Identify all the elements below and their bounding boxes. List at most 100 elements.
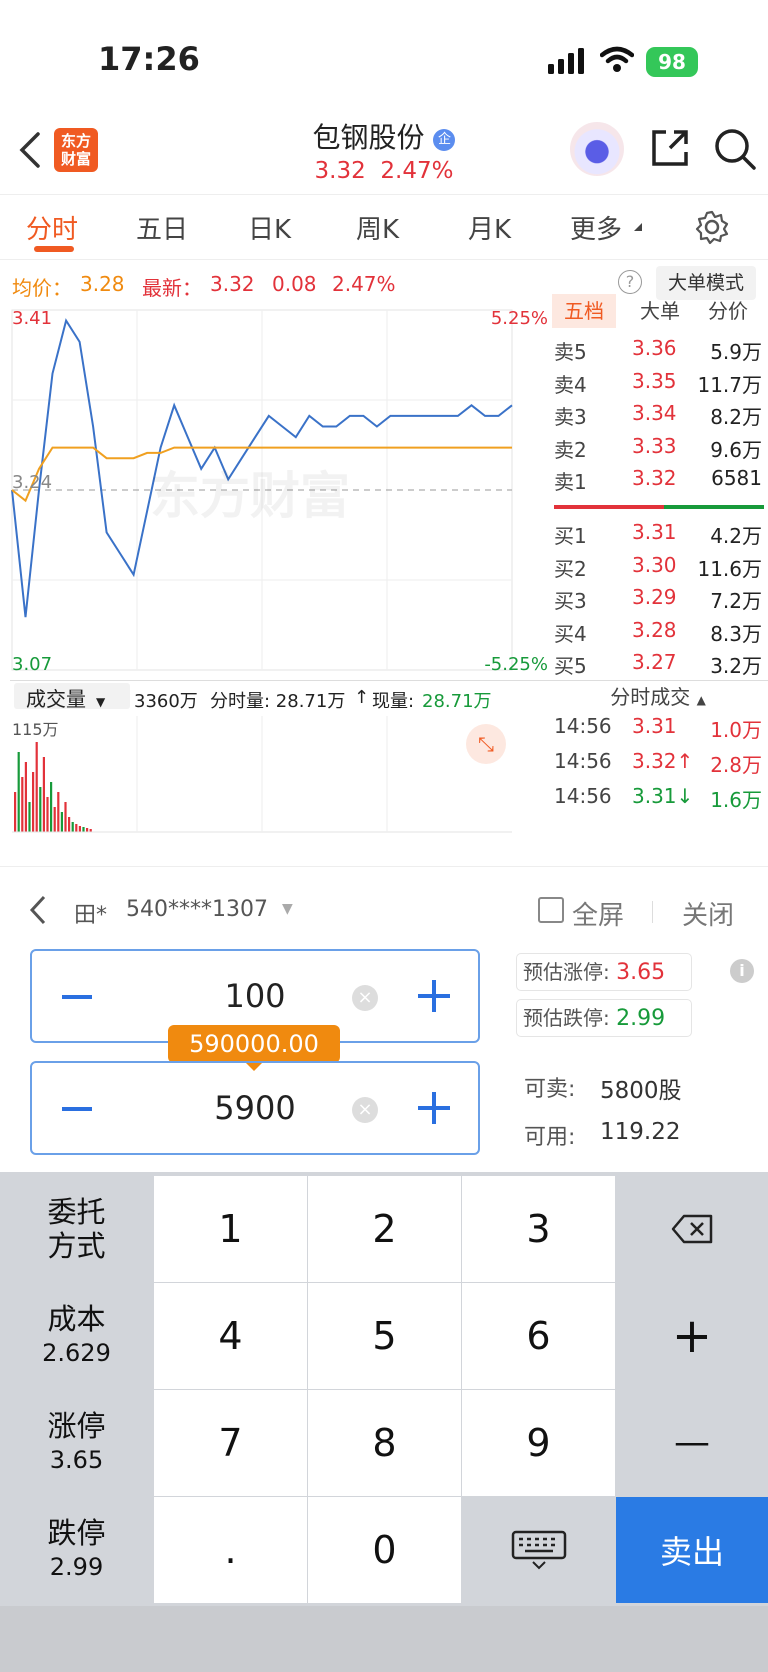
- price-input[interactable]: 100: [32, 977, 478, 1015]
- app-logo-text: 东方财富: [60, 132, 91, 168]
- key-dot[interactable]: .: [154, 1497, 307, 1603]
- key-7[interactable]: 7: [154, 1390, 307, 1496]
- account-dropdown-icon[interactable]: ▼: [282, 901, 293, 917]
- key-4[interactable]: 4: [154, 1283, 307, 1389]
- ask-volume: 8.2万: [710, 405, 762, 429]
- help-icon[interactable]: ?: [618, 270, 642, 294]
- wifi-icon: [600, 46, 634, 72]
- ask-price: 3.32: [632, 466, 677, 490]
- tick-row: 14:56 3.31 1.0万: [554, 714, 764, 744]
- volume-bar: [42, 757, 45, 832]
- key-0[interactable]: 0: [308, 1497, 461, 1603]
- qty-clear-icon[interactable]: ×: [352, 1097, 378, 1123]
- back-icon[interactable]: [16, 130, 44, 170]
- limit-down-label: 预估跌停:: [523, 1006, 610, 1030]
- expand-icon[interactable]: ⤡: [466, 724, 506, 764]
- tab-daily-k[interactable]: 日K: [248, 209, 291, 246]
- share-icon[interactable]: [648, 126, 692, 170]
- ask-label: 卖4: [554, 372, 587, 397]
- sellable-value: 5800股: [600, 1078, 682, 1104]
- limit-down-value: 2.99: [616, 1006, 666, 1031]
- volume-bar: [35, 742, 38, 832]
- key-8[interactable]: 8: [308, 1390, 461, 1496]
- ask-row[interactable]: 卖5 3.36 5.9万: [554, 336, 764, 366]
- limit-down-key-value: 2.99: [49, 1553, 104, 1581]
- bid-price: 3.29: [632, 585, 677, 609]
- limit-down-key[interactable]: 跌停 2.99: [0, 1497, 153, 1603]
- collapse-triangle-icon: ▲: [696, 693, 706, 707]
- tab-more[interactable]: 更多: [570, 209, 622, 246]
- close-button[interactable]: 关闭: [682, 895, 734, 932]
- price-clear-icon[interactable]: ×: [352, 985, 378, 1011]
- volume-max-label: 115万: [12, 720, 59, 739]
- limit-up-box: 预估涨停: 3.65: [516, 953, 692, 991]
- minus-key[interactable]: —: [616, 1390, 768, 1496]
- tab-price-dist[interactable]: 分价: [696, 294, 760, 328]
- volume-bar: [14, 792, 17, 832]
- tab-five-day[interactable]: 五日: [136, 209, 188, 246]
- avg-price-label: 均价：: [12, 276, 72, 300]
- tab-intraday[interactable]: 分时: [26, 209, 78, 246]
- hide-keyboard-key[interactable]: [462, 1497, 615, 1603]
- volume-bar: [28, 802, 31, 832]
- account-name: 田*: [74, 903, 108, 928]
- ask-row[interactable]: 卖2 3.33 9.6万: [554, 434, 764, 464]
- ask-row[interactable]: 卖3 3.34 8.2万: [554, 401, 764, 431]
- assistant-avatar[interactable]: [570, 122, 624, 176]
- key-1[interactable]: 1: [154, 1176, 307, 1282]
- info-icon[interactable]: i: [730, 959, 754, 983]
- ask-label: 卖1: [554, 470, 587, 494]
- volume-indicator-select[interactable]: 成交量 ▼: [14, 683, 130, 711]
- volume-bar: [46, 797, 49, 832]
- tab-big-orders[interactable]: 大单: [628, 294, 692, 328]
- volume-now-label: 现量:: [372, 691, 415, 712]
- settings-gear-icon[interactable]: [694, 209, 730, 245]
- trade-panel: 田* 540****1307 ▼ 全屏 关闭 100 × 590000.00 5…: [0, 866, 768, 1172]
- intraday-chart[interactable]: 3.41 5.25% 3.24 3.07 -5.25% 东方财富 成交量 ▼ 33…: [10, 306, 550, 866]
- key-9[interactable]: 9: [462, 1390, 615, 1496]
- price-increase-icon-vertical: [432, 980, 436, 1012]
- order-type-key[interactable]: 委托 方式: [0, 1176, 153, 1282]
- limit-up-key[interactable]: 涨停 3.65: [0, 1390, 153, 1496]
- volume-period: 分时量: 28.71万: [210, 691, 346, 712]
- bid-row[interactable]: 买1 3.31 4.2万: [554, 520, 764, 550]
- tab-monthly-k[interactable]: 月K: [468, 209, 511, 246]
- ask-price: 3.33: [632, 433, 677, 458]
- search-icon[interactable]: [712, 126, 758, 172]
- key-3[interactable]: 3: [462, 1176, 615, 1282]
- ask-row[interactable]: 卖1 3.32 6581: [554, 466, 764, 496]
- cost-key[interactable]: 成本 2.629: [0, 1283, 153, 1389]
- ask-bar: [554, 505, 664, 509]
- sell-button[interactable]: 卖出: [616, 1497, 768, 1603]
- volume-bar: [57, 792, 60, 832]
- tab-five-level[interactable]: 五档: [552, 294, 616, 328]
- fullscreen-button[interactable]: 全屏: [572, 895, 624, 932]
- tab-weekly-k[interactable]: 周K: [356, 209, 399, 246]
- tick-trades-header[interactable]: 分时成交 ▲: [548, 680, 768, 712]
- pct-low-label: -5.25%: [484, 654, 548, 675]
- bid-price: 3.28: [632, 617, 677, 642]
- ask-row[interactable]: 卖4 3.35 11.7万: [554, 369, 764, 399]
- quantity-input-box[interactable]: 5900 ×: [30, 1061, 480, 1155]
- active-tab-indicator: [34, 246, 74, 252]
- account-number[interactable]: 540****1307: [126, 897, 268, 922]
- key-5[interactable]: 5: [308, 1283, 461, 1389]
- tick-row: 14:56 3.31↓ 1.6万: [554, 784, 764, 814]
- quantity-input[interactable]: 5900: [32, 1089, 478, 1127]
- volume-header: 成交量 ▼ 3360万 分时量: 28.71万 ↑ 现量: 28.71万: [10, 680, 550, 712]
- panel-back-icon[interactable]: [28, 895, 48, 925]
- bid-row[interactable]: 买5 3.27 3.2万: [554, 650, 764, 680]
- order-book: 五档 大单 分价 卖5 3.36 5.9万 卖4 3.35 11.7万 卖3 3.34 8.2万…: [548, 294, 768, 866]
- key-2[interactable]: 2: [308, 1176, 461, 1282]
- bid-row[interactable]: 买3 3.29 7.2万: [554, 585, 764, 615]
- backspace-icon: [671, 1214, 713, 1244]
- available-label: 可用:: [524, 1125, 576, 1150]
- volume-bar: [71, 822, 74, 832]
- bid-row[interactable]: 买2 3.30 11.6万: [554, 553, 764, 583]
- key-6[interactable]: 6: [462, 1283, 615, 1389]
- plus-key[interactable]: +: [616, 1283, 768, 1389]
- backspace-key[interactable]: [616, 1176, 768, 1282]
- bid-label: 买5: [554, 654, 587, 678]
- bid-row[interactable]: 买4 3.28 8.3万: [554, 618, 764, 648]
- fullscreen-icon[interactable]: [538, 897, 564, 923]
